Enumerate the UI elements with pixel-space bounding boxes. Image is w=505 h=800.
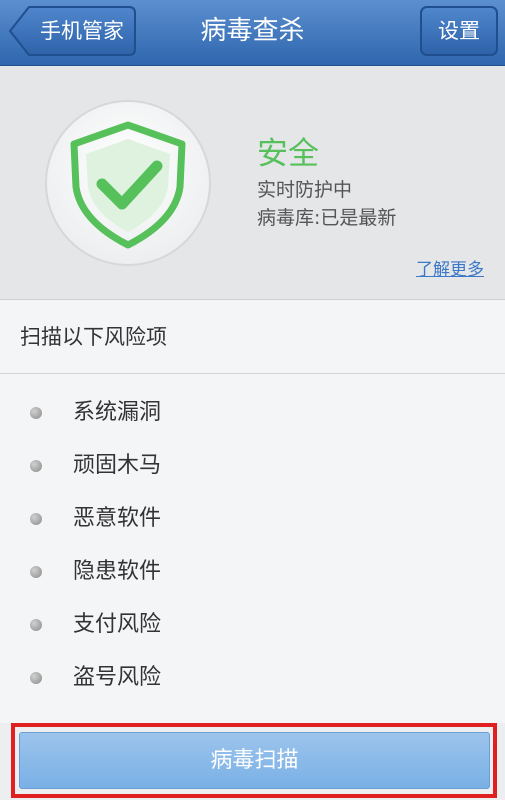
list-item: 支付风险	[0, 605, 505, 645]
bullet-dot-icon	[30, 513, 42, 525]
scan-section-header: 扫描以下风险项	[0, 300, 505, 374]
back-button[interactable]: 手机管家	[8, 6, 136, 56]
bullet-dot-icon	[30, 619, 42, 631]
list-item-label: 恶意软件	[73, 506, 162, 531]
status-panel: 安全 实时防护中 病毒库:已是最新 了解更多	[0, 66, 505, 300]
list-item-label: 顽固木马	[73, 453, 162, 478]
shield-check-icon	[44, 99, 212, 271]
status-title: 安全	[257, 136, 319, 172]
settings-button[interactable]: 设置	[420, 6, 498, 56]
list-item: 顽固木马	[0, 446, 505, 486]
learn-more-link[interactable]: 了解更多	[416, 255, 484, 280]
page-title: 病毒查杀	[200, 16, 305, 46]
list-item: 恶意软件	[0, 499, 505, 539]
protection-status: 实时防护中	[257, 179, 353, 201]
list-item: 系统漏洞	[0, 393, 505, 433]
list-item: 盗号风险	[0, 658, 505, 698]
risk-item-list: 系统漏洞 顽固木马 恶意软件 隐患软件 支付风险 盗号风险	[0, 374, 505, 729]
list-item-label: 系统漏洞	[73, 400, 162, 425]
title-bar: 手机管家 病毒查杀 设置	[0, 0, 505, 66]
back-button-label: 手机管家	[40, 19, 124, 43]
virus-db-status: 病毒库:已是最新	[257, 207, 397, 229]
bullet-dot-icon	[30, 407, 42, 419]
list-item-label: 隐患软件	[73, 559, 162, 584]
list-item-label: 支付风险	[73, 612, 162, 637]
list-item: 隐患软件	[0, 552, 505, 592]
list-item-label: 盗号风险	[73, 665, 162, 690]
bullet-dot-icon	[30, 566, 42, 578]
bullet-dot-icon	[30, 672, 42, 684]
virus-scan-button[interactable]: 病毒扫描	[19, 732, 490, 789]
bullet-dot-icon	[30, 460, 42, 472]
scan-section-title: 扫描以下风险项	[20, 325, 167, 349]
